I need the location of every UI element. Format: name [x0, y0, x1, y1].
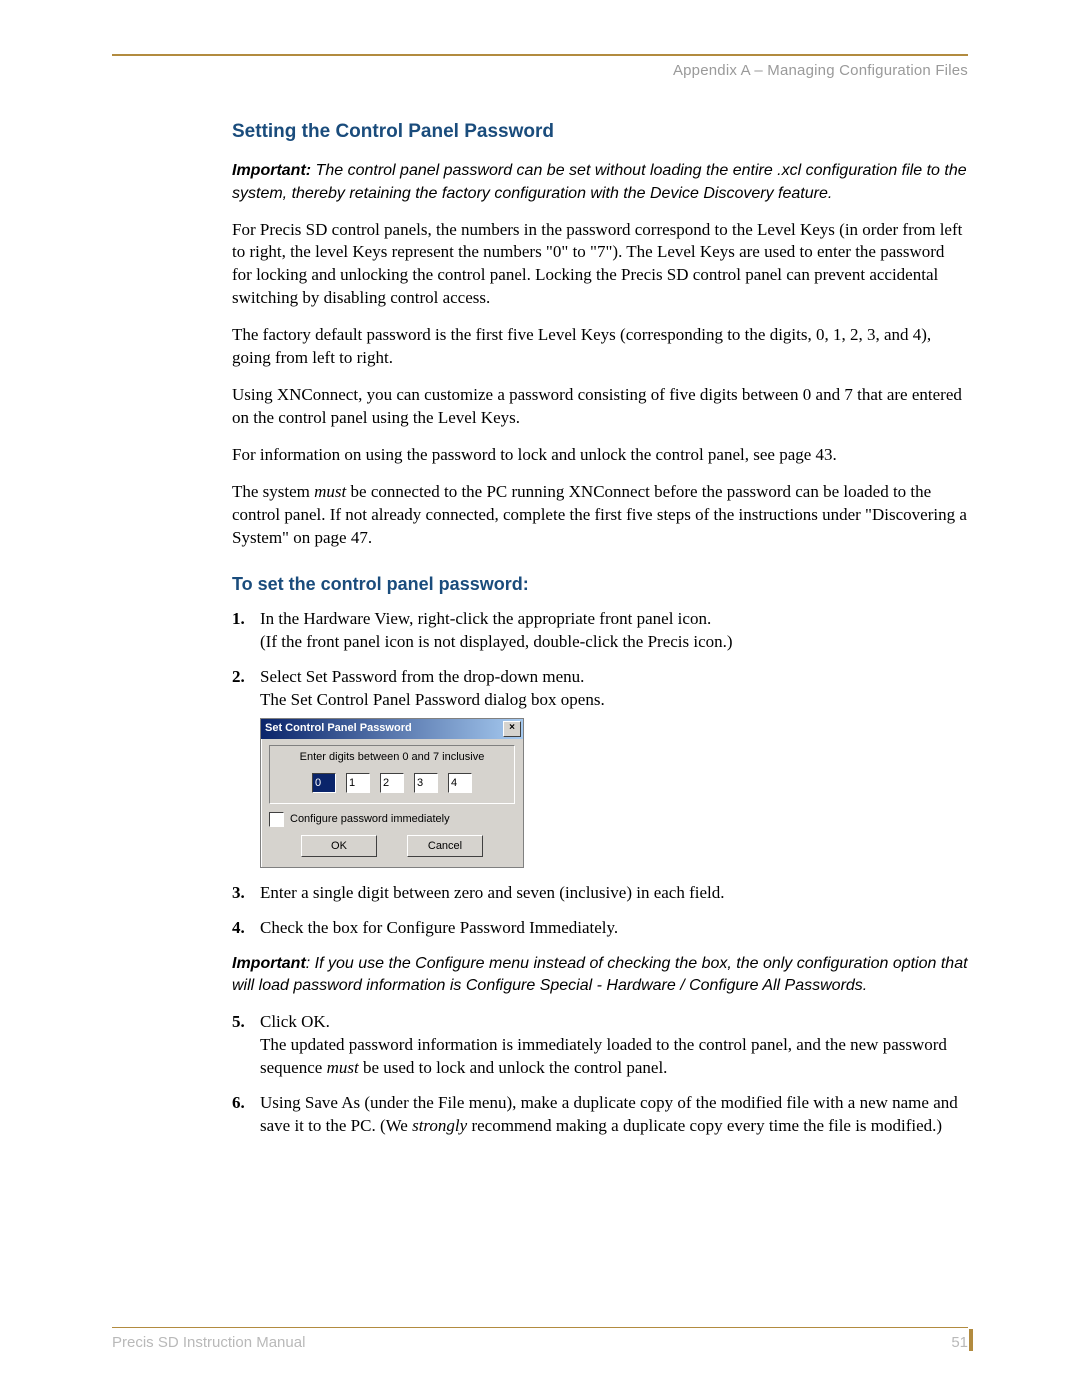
emphasis: must: [327, 1058, 359, 1077]
paragraph: Using XNConnect, you can customize a pas…: [232, 384, 968, 430]
emphasis: must: [314, 482, 346, 501]
content-area: Setting the Control Panel Password Impor…: [232, 119, 968, 1138]
cancel-button[interactable]: Cancel: [407, 835, 483, 857]
step-text: be used to lock and unlock the control p…: [359, 1058, 668, 1077]
paragraph: The system must be connected to the PC r…: [232, 481, 968, 550]
page-footer: Precis SD Instruction Manual 51: [112, 1327, 968, 1351]
checkbox[interactable]: [269, 812, 284, 827]
step-text: recommend making a duplicate copy every …: [467, 1116, 942, 1135]
step-text: (If the front panel icon is not displaye…: [260, 632, 733, 651]
paragraph: For information on using the password to…: [232, 444, 968, 467]
digit-input[interactable]: 4: [448, 773, 472, 793]
dialog-body: Enter digits between 0 and 7 inclusive 0…: [261, 739, 523, 867]
important-note-1: Important: The control panel password ca…: [232, 159, 968, 205]
dialog-groupbox: Enter digits between 0 and 7 inclusive 0…: [269, 745, 515, 804]
step-item: Select Set Password from the drop-down m…: [232, 666, 968, 868]
step-item: Click OK. The updated password informati…: [232, 1011, 968, 1080]
important-label: Important: [232, 955, 306, 972]
running-head: Appendix A – Managing Configuration File…: [112, 62, 968, 79]
page-number: 51: [951, 1334, 968, 1351]
page: Appendix A – Managing Configuration File…: [0, 0, 1080, 1397]
dialog-titlebar: Set Control Panel Password ×: [261, 719, 523, 739]
checkbox-label: Configure password immediately: [290, 812, 450, 827]
groupbox-label: Enter digits between 0 and 7 inclusive: [296, 750, 489, 765]
important-text: The control panel password can be set wi…: [232, 162, 967, 202]
digit-input[interactable]: 2: [380, 773, 404, 793]
step-text: The Set Control Panel Password dialog bo…: [260, 690, 605, 709]
step-text: Click OK.: [260, 1012, 330, 1031]
step-item: Check the box for Configure Password Imm…: [232, 917, 968, 940]
step-text: Select Set Password from the drop-down m…: [260, 667, 584, 686]
digit-row: 0 1 2 3 4: [270, 773, 514, 793]
step-text: In the Hardware View, right-click the ap…: [260, 609, 711, 628]
step-text: Enter a single digit between zero and se…: [260, 883, 725, 902]
footer-left: Precis SD Instruction Manual: [112, 1334, 305, 1351]
checkbox-row: Configure password immediately: [269, 812, 515, 827]
section-heading: Setting the Control Panel Password: [232, 119, 968, 145]
step-item: In the Hardware View, right-click the ap…: [232, 608, 968, 654]
digit-input[interactable]: 0: [312, 773, 336, 793]
step-text: Check the box for Configure Password Imm…: [260, 918, 618, 937]
dialog-set-password: Set Control Panel Password × Enter digit…: [260, 718, 524, 868]
step-item: Using Save As (under the File menu), mak…: [232, 1092, 968, 1138]
subsection-heading: To set the control panel password:: [232, 572, 968, 596]
header-rule: [112, 54, 968, 56]
important-note-2: Important: If you use the Configure menu…: [232, 952, 968, 998]
dialog-title: Set Control Panel Password: [265, 721, 412, 736]
text-run: The system: [232, 482, 314, 501]
digit-input[interactable]: 3: [414, 773, 438, 793]
paragraph: The factory default password is the firs…: [232, 324, 968, 370]
paragraph: For Precis SD control panels, the number…: [232, 219, 968, 311]
important-label: Important:: [232, 162, 311, 179]
important-text: : If you use the Configure menu instead …: [232, 955, 968, 995]
digit-input[interactable]: 1: [346, 773, 370, 793]
dialog-button-row: OK Cancel: [269, 835, 515, 857]
close-icon[interactable]: ×: [503, 721, 521, 737]
steps-list-cont: Click OK. The updated password informati…: [232, 1011, 968, 1138]
footer-accent: [969, 1329, 973, 1351]
emphasis: strongly: [412, 1116, 467, 1135]
step-item: Enter a single digit between zero and se…: [232, 882, 968, 905]
steps-list: In the Hardware View, right-click the ap…: [232, 608, 968, 939]
ok-button[interactable]: OK: [301, 835, 377, 857]
